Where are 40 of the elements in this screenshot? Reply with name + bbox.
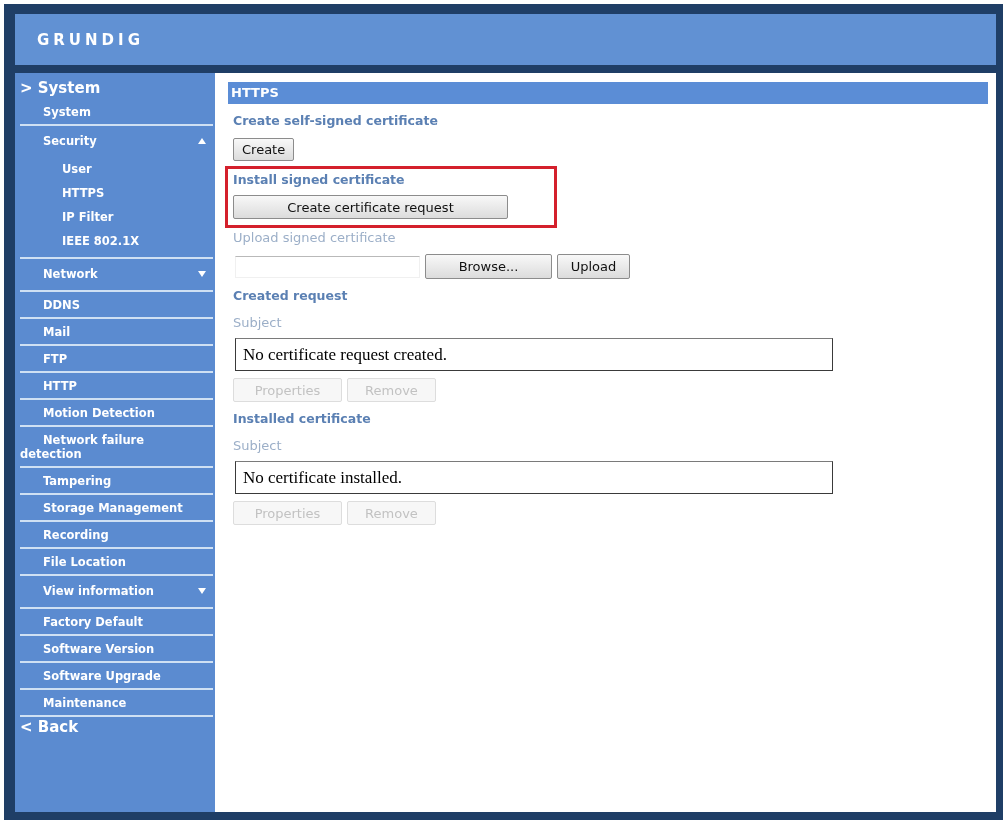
- sidebar-subitem[interactable]: HTTPS: [15, 181, 215, 205]
- sidebar-item[interactable]: Factory Default: [15, 609, 215, 634]
- sidebar-item[interactable]: System: [15, 99, 215, 124]
- back-link[interactable]: < Back: [15, 717, 215, 737]
- certificate-request-button[interactable]: Create certificate request: [233, 195, 508, 219]
- sidebar-subitem[interactable]: IEEE 802.1X: [15, 229, 215, 253]
- field-label: Subject: [233, 314, 282, 332]
- subject-value-box: No certificate request created.: [235, 338, 833, 371]
- sidebar-item[interactable]: Software Upgrade: [15, 663, 215, 688]
- brand-logo: GRUNDIG: [37, 30, 144, 49]
- sidebar-item[interactable]: DDNS: [15, 292, 215, 317]
- sidebar-item[interactable]: Recording: [15, 522, 215, 547]
- section-heading: Created request: [233, 287, 348, 305]
- sidebar-group-item[interactable]: View information: [15, 576, 215, 607]
- sidebar-item[interactable]: Tampering: [15, 468, 215, 493]
- sidebar-item[interactable]: Maintenance: [15, 690, 215, 715]
- sidebar-group-item[interactable]: Security: [15, 126, 215, 157]
- sidebar-item[interactable]: Storage Management: [15, 495, 215, 520]
- browse-button[interactable]: Browse...: [425, 254, 552, 279]
- field-label: Upload signed certificate: [233, 229, 396, 247]
- subject-value-box: No certificate installed.: [235, 461, 833, 494]
- sidebar-subitem[interactable]: User: [15, 157, 215, 181]
- file-path-field[interactable]: [235, 256, 420, 278]
- sidebar-title-link[interactable]: > System: [15, 73, 215, 99]
- upload-button[interactable]: Upload: [557, 254, 630, 279]
- sidebar-item[interactable]: Software Version: [15, 636, 215, 661]
- sidebar-item[interactable]: Mail: [15, 319, 215, 344]
- sidebar-item[interactable]: File Location: [15, 549, 215, 574]
- sidebar-item[interactable]: HTTP: [15, 373, 215, 398]
- page-title-bar: HTTPS: [228, 82, 988, 104]
- sidebar-item[interactable]: FTP: [15, 346, 215, 371]
- sidebar-item[interactable]: Network failure detection: [15, 427, 215, 466]
- section-heading: Install signed certificate: [233, 171, 405, 189]
- create-button[interactable]: Create: [233, 138, 295, 161]
- section-heading: Installed certificate: [233, 410, 371, 428]
- sidebar-group-item[interactable]: Network: [15, 259, 215, 290]
- section-heading: Create self-signed certificate: [233, 112, 438, 130]
- sidebar-item[interactable]: Motion Detection: [15, 400, 215, 425]
- sidebar-subitem[interactable]: IP Filter: [15, 205, 215, 229]
- field-label: Subject: [233, 437, 282, 455]
